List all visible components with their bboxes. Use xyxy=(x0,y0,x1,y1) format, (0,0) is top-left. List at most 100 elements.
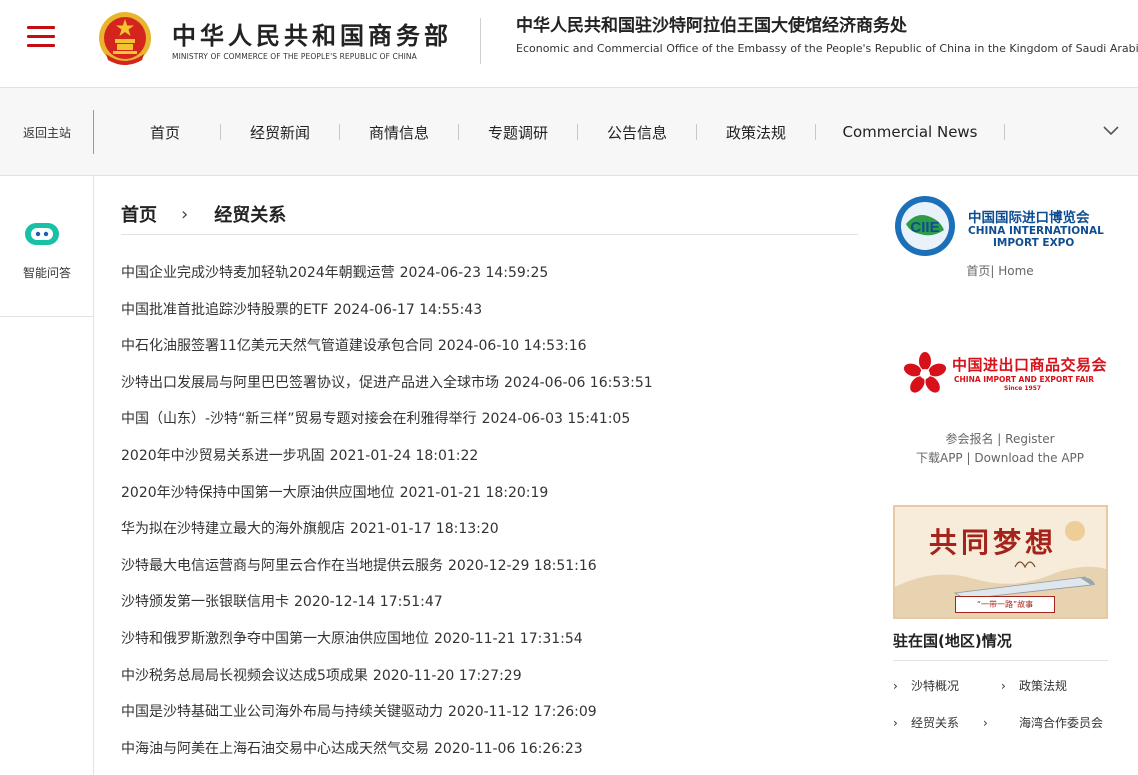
nav-item-policies[interactable]: 政策法规 xyxy=(697,122,815,143)
news-item[interactable]: 沙特颁发第一张银联信用卡 2020-12-14 17:51:47 xyxy=(121,584,861,621)
ciie-home-link-cn[interactable]: 首页 xyxy=(966,264,990,278)
news-date: 2020-11-12 17:26:09 xyxy=(448,704,597,721)
ai-assistant-button[interactable]: 智能问答 xyxy=(0,176,94,317)
news-title[interactable]: 2020年沙特保持中国第一大原油供应国地位 xyxy=(121,485,395,501)
news-item[interactable]: 中国批准首批追踪沙特股票的ETF 2024-06-17 14:55:43 xyxy=(121,292,861,329)
canton-flower-icon xyxy=(903,352,947,393)
banner-title: 共同梦想 xyxy=(929,526,1058,559)
news-date: 2020-11-21 17:31:54 xyxy=(434,630,583,647)
news-title[interactable]: 华为拟在沙特建立最大的海外旗舰店 xyxy=(121,521,345,537)
nav-item-business-info[interactable]: 商情信息 xyxy=(340,122,458,143)
news-item[interactable]: 2020年沙特保持中国第一大原油供应国地位 2021-01-21 18:20:19 xyxy=(121,475,861,512)
news-date: 2021-01-24 18:01:22 xyxy=(329,447,479,464)
ministry-name-en[interactable]: MINISTRY OF COMMERCE OF THE PEOPLE'S REP… xyxy=(172,52,417,61)
breadcrumb-divider xyxy=(121,234,858,235)
national-emblem-icon[interactable] xyxy=(98,10,152,68)
breadcrumb-home[interactable]: 首页 xyxy=(121,201,157,227)
news-title[interactable]: 中石化油服签署11亿美元天然气管道建设承包合同 xyxy=(121,338,433,354)
ciie-logo[interactable]: CIIE 中国国际进口博览会 CHINA INTERNATIONAL IMPOR… xyxy=(892,194,1108,258)
app-row: 下载APP | Download the APP xyxy=(892,449,1108,468)
robot-icon xyxy=(25,223,59,245)
ciie-name-en-line1: CHINA INTERNATIONAL xyxy=(968,225,1104,237)
nav-divider xyxy=(93,110,94,154)
news-title[interactable]: 中国批准首批追踪沙特股票的ETF xyxy=(121,302,328,318)
news-item[interactable]: 中石化油服签署11亿美元天然气管道建设承包合同 2024-06-10 14:53:… xyxy=(121,328,861,365)
news-date: 2020-11-20 17:27:29 xyxy=(372,667,522,684)
nav-item-research[interactable]: 专题调研 xyxy=(459,122,577,143)
menu-icon[interactable] xyxy=(27,26,55,48)
news-item[interactable]: 2020年中沙贸易关系进一步巩固 2021-01-24 18:01:22 xyxy=(121,438,861,475)
main-nav: 返回主站 首页 经贸新闻 商情信息 专题调研 公告信息 政策法规 Commerc… xyxy=(0,88,1138,176)
canton-fair-logo[interactable]: 中国进出口商品交易会 CHINA IMPORT AND EXPORT FAIR … xyxy=(900,350,1107,398)
news-item[interactable]: 沙特和俄罗斯激烈争夺中国第一大原油供应国地位 2020-11-21 17:31:5… xyxy=(121,621,861,658)
news-title[interactable]: 中沙税务总局局长视频会议达成5项成果 xyxy=(121,668,368,684)
news-date: 2024-06-23 14:59:25 xyxy=(399,265,549,281)
chevron-right-icon: › xyxy=(893,716,898,730)
download-app-link-cn[interactable]: 下载APP xyxy=(916,451,963,465)
news-title[interactable]: 中国（山东）-沙特“新三样”贸易专题对接会在利雅得举行 xyxy=(121,411,477,427)
ciie-home-link-en[interactable]: Home xyxy=(994,264,1033,278)
news-date: 2020-12-29 18:51:16 xyxy=(448,557,597,574)
header-divider xyxy=(480,18,481,64)
ministry-name-cn[interactable]: 中华人民共和国商务部 xyxy=(172,16,452,51)
news-title[interactable]: 中国是沙特基础工业公司海外布局与持续关键驱动力 xyxy=(121,704,443,720)
download-app-link-en[interactable]: Download the APP xyxy=(974,451,1084,465)
news-title[interactable]: 沙特最大电信运营商与阿里云合作在当地提供云服务 xyxy=(121,558,443,574)
common-dream-banner[interactable]: 共同梦想 “一带一路”故事 xyxy=(893,505,1108,619)
back-home-link[interactable]: 返回主站 xyxy=(0,88,94,176)
news-date: 2021-01-17 18:13:20 xyxy=(350,521,499,538)
news-title[interactable]: 沙特出口发展局与阿里巴巴签署协议，促进产品进入全球市场 xyxy=(121,375,499,391)
nav-items: 首页 经贸新闻 商情信息 专题调研 公告信息 政策法规 Commercial N… xyxy=(110,88,1005,176)
country-info-title: 驻在国(地区)情况 xyxy=(893,632,1012,650)
news-date: 2021-01-21 18:20:19 xyxy=(399,484,549,501)
news-title[interactable]: 中海油与阿美在上海石油交易中心达成天然气交易 xyxy=(121,741,429,757)
canton-fair-name-cn: 中国进出口商品交易会 xyxy=(952,356,1108,374)
canton-fair-links: 参会报名 | Register 下载APP | Download the APP xyxy=(892,430,1108,468)
country-link-gcc[interactable]: › 海湾合作委员会 xyxy=(983,713,1109,734)
chevron-down-icon[interactable] xyxy=(1102,124,1120,136)
register-link-en[interactable]: Register xyxy=(1005,432,1054,446)
news-date: 2024-06-17 14:55:43 xyxy=(333,301,483,318)
news-item[interactable]: 中国企业完成沙特麦加轻轨2024年朝觐运营 2024-06-23 14:59:25 xyxy=(121,255,861,292)
news-title[interactable]: 沙特颁发第一张银联信用卡 xyxy=(121,594,289,610)
country-link-label: 沙特概况 xyxy=(911,679,960,693)
news-item[interactable]: 中沙税务总局局长视频会议达成5项成果 2020-11-20 17:27:29 xyxy=(121,658,861,695)
news-title[interactable]: 中国企业完成沙特麦加轻轨2024年朝觐运营 xyxy=(121,265,395,281)
news-date: 2024-06-06 16:53:51 xyxy=(504,374,653,391)
country-info-divider xyxy=(893,660,1108,661)
country-link-label: 经贸关系 xyxy=(911,716,960,730)
news-date: 2020-12-14 17:51:47 xyxy=(294,594,443,611)
news-item[interactable]: 沙特最大电信运营商与阿里云合作在当地提供云服务 2020-12-29 18:51:… xyxy=(121,548,861,585)
register-row: 参会报名 | Register xyxy=(892,430,1108,449)
news-date: 2024-06-10 14:53:16 xyxy=(437,338,587,355)
news-item[interactable]: 沙特出口发展局与阿里巴巴签署协议，促进产品进入全球市场 2024-06-06 16… xyxy=(121,365,861,402)
news-item[interactable]: 华为拟在沙特建立最大的海外旗舰店 2021-01-17 18:13:20 xyxy=(121,511,861,548)
country-link-trade-relations[interactable]: › 经贸关系 xyxy=(893,713,959,734)
canton-fair-name-en: CHINA IMPORT AND EXPORT FAIR xyxy=(954,375,1095,384)
news-item[interactable]: 中国是沙特基础工业公司海外布局与持续关键驱动力 2020-11-12 17:26:… xyxy=(121,694,861,731)
news-item[interactable]: 中海油与阿美在上海石油交易中心达成天然气交易 2020-11-06 16:26:2… xyxy=(121,731,861,768)
nav-item-trade-news[interactable]: 经贸新闻 xyxy=(221,122,339,143)
office-name-en: Economic and Commercial Office of the Em… xyxy=(516,42,1138,55)
nav-item-home[interactable]: 首页 xyxy=(110,122,220,143)
banner-caption: “一带一路”故事 xyxy=(955,596,1055,613)
ciie-home-link: 首页| Home xyxy=(892,262,1108,279)
link-separator: | xyxy=(962,451,975,465)
canton-fair-since: Since 1957 xyxy=(1004,385,1042,392)
register-link-cn[interactable]: 参会报名 xyxy=(945,432,993,446)
news-list: 中国企业完成沙特麦加轻轨2024年朝觐运营 2024-06-23 14:59:25… xyxy=(121,255,861,767)
news-date: 2020-11-06 16:26:23 xyxy=(434,740,583,757)
nav-item-announcements[interactable]: 公告信息 xyxy=(578,122,696,143)
ciie-name-en-line2: IMPORT EXPO xyxy=(993,237,1075,249)
country-link-overview[interactable]: › 沙特概况 xyxy=(893,676,959,697)
chevron-right-icon: › xyxy=(893,679,898,693)
site-header: 中华人民共和国商务部 MINISTRY OF COMMERCE OF THE P… xyxy=(0,0,1138,88)
ciie-badge-text: CIIE xyxy=(910,219,939,236)
breadcrumb-separator: › xyxy=(181,203,189,225)
news-title[interactable]: 沙特和俄罗斯激烈争夺中国第一大原油供应国地位 xyxy=(121,631,429,647)
nav-item-commercial-news[interactable]: Commercial News xyxy=(816,123,1004,141)
news-date: 2024-06-03 15:41:05 xyxy=(481,411,631,428)
news-item[interactable]: 中国（山东）-沙特“新三样”贸易专题对接会在利雅得举行 2024-06-03 15… xyxy=(121,401,861,438)
country-link-policies[interactable]: › 政策法规 xyxy=(1001,676,1067,697)
news-title[interactable]: 2020年中沙贸易关系进一步巩固 xyxy=(121,448,325,464)
